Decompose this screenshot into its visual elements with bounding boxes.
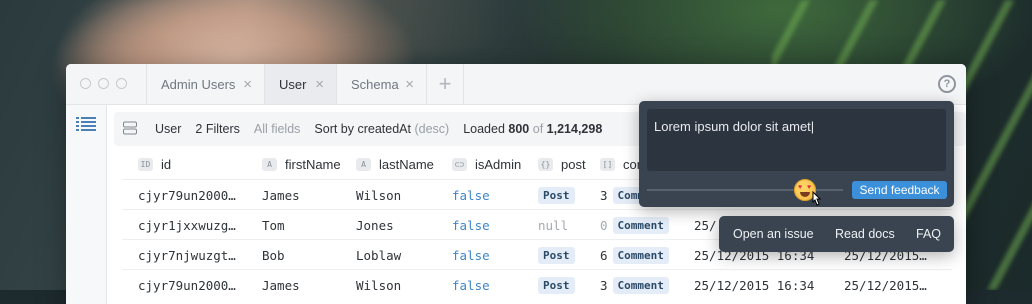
cell-lastname[interactable]: Jones <box>356 210 394 240</box>
sort-label: Sort by createdAt <box>314 122 411 136</box>
comment-tag: Comment <box>612 246 669 264</box>
cell-createdat[interactable]: 25/12/2015 16:34 <box>694 270 814 300</box>
close-icon[interactable]: × <box>405 76 414 93</box>
post-tag: Post <box>538 246 575 264</box>
cell-isadmin[interactable]: false <box>452 270 490 300</box>
cell-comments[interactable]: 6 Comment <box>600 240 669 270</box>
column-header-lastname[interactable]: A lastName <box>356 149 434 179</box>
column-header-isadmin[interactable]: ⊂⊃ isAdmin <box>452 149 521 179</box>
tab-admin-users[interactable]: Admin Users × <box>146 64 264 104</box>
read-docs-link[interactable]: Read docs <box>835 227 895 241</box>
list-icon[interactable] <box>74 105 98 143</box>
filters-button[interactable]: 2 Filters <box>195 122 239 136</box>
loaded-status: Loaded 800 of 1,214,298 <box>463 122 602 136</box>
comment-tag: Comment <box>612 276 669 294</box>
cell-post[interactable]: Post <box>538 240 575 270</box>
cell-id[interactable]: cjyr7njwuzgt… <box>138 240 236 270</box>
tab-user[interactable]: User × <box>264 64 336 104</box>
add-tab-button[interactable]: + <box>426 64 464 104</box>
column-header-post[interactable]: {} post <box>538 149 586 179</box>
total-count: 1,214,298 <box>546 122 603 136</box>
feedback-popover: Lorem ipsum dolor sit amet| ♥ ♥ Send fee… <box>639 101 954 207</box>
cell-firstname[interactable]: James <box>262 180 300 210</box>
tab-bar: Admin Users × User × Schema × + ? <box>66 64 966 105</box>
maximize-window-button[interactable] <box>116 78 127 89</box>
cell-lastname[interactable]: Loblaw <box>356 240 401 270</box>
loaded-label: Loaded <box>463 122 505 136</box>
sort-selector[interactable]: Sort by createdAt (desc) <box>314 122 449 136</box>
text-caret: | <box>810 119 815 134</box>
boolean-type-icon: ⊂⊃ <box>452 157 467 171</box>
close-icon[interactable]: × <box>315 76 324 93</box>
cell-isadmin[interactable]: false <box>452 180 490 210</box>
heart-eye-icon: ♥ <box>798 184 803 191</box>
cell-isadmin[interactable]: false <box>452 240 490 270</box>
loaded-count: 800 <box>508 122 530 136</box>
open-issue-link[interactable]: Open an issue <box>733 227 814 241</box>
id-type-icon: ID <box>138 157 153 171</box>
comment-tag: Comment <box>612 216 669 234</box>
loaded-of: of <box>532 122 544 136</box>
help-links-popover: Open an issue Read docs FAQ <box>719 216 954 252</box>
column-label: lastName <box>379 156 434 172</box>
column-label: firstName <box>285 156 341 172</box>
cell-lastname[interactable]: Wilson <box>356 180 401 210</box>
feedback-textarea[interactable]: Lorem ipsum dolor sit amet| <box>647 109 946 171</box>
cell-id[interactable]: cjyr79un2000… <box>138 180 236 210</box>
database-icon[interactable] <box>123 121 139 138</box>
column-header-firstname[interactable]: A firstName <box>262 149 341 179</box>
column-label: isAdmin <box>475 156 522 172</box>
comment-count: 0 <box>600 217 608 233</box>
cell-post[interactable]: Post <box>538 180 575 210</box>
table-row[interactable]: cjyr79un2000… James Wilson false Post 3C… <box>122 269 952 300</box>
relation-type-icon: {} <box>538 157 553 171</box>
column-label: id <box>161 156 172 172</box>
column-header-id[interactable]: ID id <box>138 149 171 179</box>
model-selector[interactable]: User <box>155 122 181 136</box>
tab-label: User <box>279 76 307 92</box>
faq-link[interactable]: FAQ <box>916 227 941 241</box>
sidebar <box>66 105 107 304</box>
help-icon[interactable]: ? <box>938 75 956 93</box>
close-window-button[interactable] <box>80 78 91 89</box>
feedback-text: Lorem ipsum dolor sit amet <box>654 119 811 134</box>
cell-comments[interactable]: 3 Comment <box>600 270 669 300</box>
comment-count: 3 <box>600 187 608 203</box>
close-icon[interactable]: × <box>243 76 252 93</box>
heart-eye-icon: ♥ <box>807 184 812 191</box>
cell-post[interactable]: Post <box>538 270 575 300</box>
cell-id[interactable]: cjyr79un2000… <box>138 270 236 300</box>
tab-label: Schema <box>351 76 399 92</box>
pointer-cursor-icon <box>810 190 822 213</box>
cell-updatedat[interactable]: 25/12/2015… <box>844 270 927 300</box>
sort-direction: (desc) <box>414 122 450 136</box>
tab-schema[interactable]: Schema × <box>336 64 426 104</box>
post-tag: Post <box>538 186 575 204</box>
fields-selector[interactable]: All fields <box>254 122 301 136</box>
tab-label: Admin Users <box>161 76 236 92</box>
post-tag: Post <box>538 276 575 294</box>
cell-firstname[interactable]: Tom <box>262 210 285 240</box>
cell-createdat[interactable]: 25/ <box>694 210 717 240</box>
cell-firstname[interactable]: Bob <box>262 240 285 270</box>
cell-lastname[interactable]: Wilson <box>356 270 401 300</box>
send-feedback-button[interactable]: Send feedback <box>852 181 947 199</box>
cell-id[interactable]: cjyr1jxxwuzg… <box>138 210 236 240</box>
comment-count: 6 <box>600 247 608 263</box>
string-type-icon: A <box>356 157 371 171</box>
column-header-comments[interactable]: [] con <box>600 149 644 179</box>
string-type-icon: A <box>262 157 277 171</box>
cell-post[interactable]: null <box>538 210 568 240</box>
window-controls <box>80 78 127 89</box>
cell-isadmin[interactable]: false <box>452 210 490 240</box>
cell-firstname[interactable]: James <box>262 270 300 300</box>
emoji-mouth <box>800 192 810 197</box>
list-type-icon: [] <box>600 157 615 171</box>
column-label: post <box>561 156 586 172</box>
cell-comments[interactable]: 0 Comment <box>600 210 669 240</box>
comment-count: 3 <box>600 277 608 293</box>
minimize-window-button[interactable] <box>98 78 109 89</box>
